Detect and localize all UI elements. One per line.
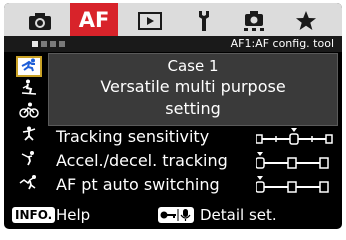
case-description-line2: setting <box>165 99 221 118</box>
wrench-icon <box>196 10 212 32</box>
af-pt-auto-switching-scale <box>255 175 334 199</box>
sub-header: AF1:AF config. tool <box>4 36 342 52</box>
key-lock-mic-icon[interactable] <box>158 207 194 223</box>
help-label: Help <box>56 206 91 224</box>
tab-my-menu[interactable] <box>286 7 326 34</box>
cyclist-icon <box>19 102 39 122</box>
menu-page-title: AF1:AF config. tool <box>230 37 334 50</box>
tab-af[interactable]: AF <box>70 3 118 36</box>
case-item-3[interactable] <box>16 102 42 122</box>
case-description: Versatile multi purpose setting <box>49 76 337 120</box>
figure-skater-icon <box>20 150 38 170</box>
param-tracking-sensitivity[interactable]: Tracking sensitivity <box>56 127 209 147</box>
case-description-panel: Case 1 Versatile multi purpose setting <box>48 53 338 126</box>
footer-bar: INFO. Help Detail set. <box>4 203 342 229</box>
page-dot <box>41 41 47 47</box>
accel-decel-tracking-scale <box>255 151 334 175</box>
tracking-sensitivity-scale <box>255 127 334 151</box>
tab-custom-functions[interactable] <box>232 7 276 34</box>
case-item-5[interactable] <box>16 150 42 170</box>
detail-set-label: Detail set. <box>200 206 277 224</box>
tab-shooting[interactable] <box>20 7 60 34</box>
case-item-4[interactable] <box>16 126 42 146</box>
page-dot <box>59 41 65 47</box>
dancer-icon <box>19 174 39 194</box>
case-description-line1: Versatile multi purpose <box>100 77 286 96</box>
my-menu-star-icon <box>295 10 317 32</box>
case-item-6[interactable] <box>16 174 42 194</box>
case-number: Case 1 <box>167 57 219 75</box>
tab-playback[interactable] <box>130 7 170 34</box>
param-af-pt-auto-switching[interactable]: AF pt auto switching <box>56 175 220 195</box>
camera-lcd: AF AF1:AF config. tool Case 1 Versatile … <box>4 3 342 229</box>
skier-icon <box>20 79 38 99</box>
playback-icon <box>138 11 162 30</box>
page-dot <box>50 41 56 47</box>
menu-tab-bar: AF <box>4 3 342 36</box>
page-dot <box>32 41 38 47</box>
runner-icon <box>20 57 38 76</box>
case-item-1[interactable] <box>16 56 42 77</box>
case-list <box>16 56 42 196</box>
param-accel-decel-tracking[interactable]: Accel./decel. tracking <box>56 151 228 171</box>
page-indicator <box>32 41 65 47</box>
tab-setup[interactable] <box>186 7 222 34</box>
custom-function-icon <box>241 10 267 32</box>
gymnast-icon <box>20 126 38 146</box>
case-item-2[interactable] <box>16 79 42 99</box>
tab-af-label: AF <box>78 7 110 32</box>
camera-icon <box>28 11 52 31</box>
info-button-badge[interactable]: INFO. <box>12 207 56 223</box>
camera-screen: AF AF1:AF config. tool Case 1 Versatile … <box>0 0 346 232</box>
